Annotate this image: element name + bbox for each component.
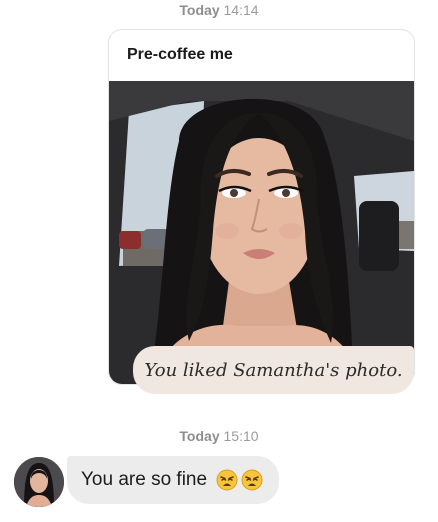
weary-face-icon <box>241 469 263 491</box>
timestamp-time: 14:14 <box>223 2 259 18</box>
prompt-title: Pre-coffee me <box>127 46 233 63</box>
timestamp-day: Today <box>179 428 220 444</box>
timestamp: Today 14:14 <box>0 2 438 18</box>
timestamp: Today 15:10 <box>0 428 438 444</box>
avatar[interactable] <box>14 457 64 507</box>
message-text: You are so fine <box>81 469 208 490</box>
weary-face-icon <box>216 469 238 491</box>
message-bubble[interactable]: You are so fine <box>67 456 280 504</box>
prompt-card[interactable]: Pre-coffee me <box>108 29 415 385</box>
profile-photo[interactable] <box>109 81 414 384</box>
chat-thread: Today 14:14 Pre-coffee me You liked Sama… <box>0 0 438 522</box>
timestamp-day: Today <box>179 2 220 18</box>
timestamp-time: 15:10 <box>223 428 259 444</box>
liked-photo-notice: You liked Samantha's photo. <box>133 346 414 394</box>
